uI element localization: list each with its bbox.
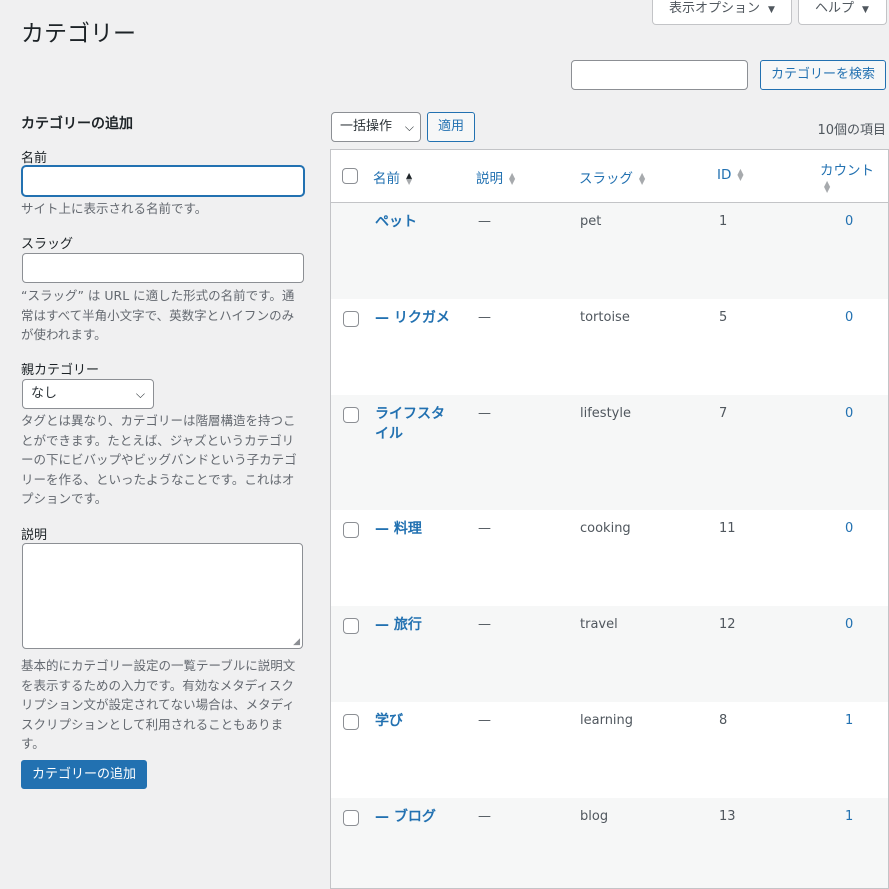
name-input[interactable] — [22, 166, 304, 196]
parent-help-text: タグとは異なり、カテゴリーは階層構造を持つことができます。たとえば、ジャズという… — [21, 413, 297, 506]
category-id: 13 — [719, 809, 736, 824]
category-slug: pet — [580, 214, 602, 229]
category-name-link[interactable]: — ブログ — [375, 807, 455, 827]
description-label: 説明 — [21, 528, 48, 543]
category-count-link[interactable]: 1 — [845, 713, 853, 728]
category-slug: blog — [580, 809, 609, 824]
add-category-heading: カテゴリーの追加 — [21, 116, 133, 132]
column-id-label: ID — [717, 167, 732, 183]
help-label: ヘルプ — [815, 1, 855, 16]
triangle-down-icon: ▼ — [768, 5, 775, 15]
row-checkbox[interactable] — [343, 311, 359, 327]
add-category-button[interactable]: カテゴリーの追加 — [21, 760, 147, 789]
screen-options-label: 表示オプション — [669, 1, 761, 16]
search-categories-button[interactable]: カテゴリーを検索 — [760, 60, 886, 90]
slug-label: スラッグ — [21, 237, 74, 252]
category-id: 12 — [719, 617, 736, 632]
category-description: — — [478, 310, 491, 325]
column-name-label: 名前 — [373, 171, 400, 187]
category-name-link[interactable]: — リクガメ — [375, 308, 455, 328]
sort-icon: ▲ ▼ — [509, 171, 516, 186]
category-slug: tortoise — [580, 310, 630, 325]
table-row: — 旅行 — travel 12 0 — [331, 606, 888, 702]
column-header-name[interactable]: 名前 ▲ ▼ — [373, 167, 412, 187]
sort-icon: ▲ ▼ — [406, 171, 413, 186]
chevron-down-icon: ⌵ — [404, 120, 414, 134]
resize-handle-icon[interactable]: ◢ — [293, 637, 300, 647]
bulk-actions-select[interactable]: 一括操作 ⌵ — [331, 112, 421, 142]
category-id: 5 — [719, 310, 728, 325]
category-name-link[interactable]: ライフスタイル — [375, 404, 455, 444]
sort-icon: ▲ ▼ — [737, 167, 744, 182]
category-description: — — [478, 214, 491, 229]
sort-icon: ▲ ▼ — [639, 171, 646, 186]
search-input[interactable] — [571, 60, 748, 90]
page-title: カテゴリー — [21, 21, 136, 47]
category-description: — — [478, 809, 491, 824]
column-header-id[interactable]: ID ▲ ▼ — [717, 167, 744, 183]
slug-input[interactable] — [22, 253, 304, 283]
table-row: ペット — pet 1 0 — [331, 203, 888, 299]
categories-table: 名前 ▲ ▼ 説明 ▲ ▼ スラッグ ▲ ▼ ID ▲ ▼ カウント ▲ ▼ ペット — pet 1 0—… — [330, 149, 889, 889]
parent-category-select[interactable]: なし ⌵ — [22, 379, 154, 409]
bulk-actions-value: 一括操作 — [340, 119, 393, 134]
category-id: 1 — [719, 214, 728, 229]
description-help-text: 基本的にカテゴリー設定の一覧テーブルに説明文を表示するための入力です。有効なメタ… — [21, 658, 296, 751]
table-row: — リクガメ — tortoise 5 0 — [331, 299, 888, 395]
category-description: — — [478, 521, 491, 536]
column-header-description[interactable]: 説明 ▲ ▼ — [476, 167, 515, 187]
category-description: — — [478, 713, 491, 728]
category-name-link[interactable]: ペット — [375, 212, 455, 232]
category-name-link[interactable]: — 旅行 — [375, 615, 455, 635]
category-id: 7 — [719, 406, 728, 421]
screen-options-button[interactable]: 表示オプション ▼ — [652, 0, 792, 25]
table-row: — 料理 — cooking 11 0 — [331, 510, 888, 606]
category-id: 11 — [719, 521, 736, 536]
category-name-link[interactable]: 学び — [375, 711, 455, 731]
help-button[interactable]: ヘルプ ▼ — [798, 0, 887, 25]
name-label: 名前 — [21, 151, 48, 166]
row-checkbox[interactable] — [343, 714, 359, 730]
row-checkbox[interactable] — [343, 618, 359, 634]
category-count-link[interactable]: 0 — [845, 617, 853, 632]
category-name-link[interactable]: — 料理 — [375, 519, 455, 539]
row-checkbox[interactable] — [343, 407, 359, 423]
sort-icon: ▲ ▼ — [824, 179, 831, 194]
column-slug-label: スラッグ — [579, 171, 633, 187]
category-description: — — [478, 617, 491, 632]
row-checkbox[interactable] — [343, 522, 359, 538]
category-slug: cooking — [580, 521, 631, 536]
column-header-slug[interactable]: スラッグ ▲ ▼ — [579, 167, 645, 187]
description-textarea[interactable]: ◢ — [22, 543, 303, 649]
parent-category-value: なし — [31, 386, 58, 401]
column-description-label: 説明 — [476, 171, 503, 187]
slug-help-text: “スラッグ” は URL に適した形式の名前です。通常はすべて半角小文字で、英数… — [21, 288, 295, 342]
category-count-link[interactable]: 0 — [845, 214, 853, 229]
category-count-link[interactable]: 1 — [845, 809, 853, 824]
triangle-down-icon: ▼ — [862, 5, 869, 15]
row-checkbox[interactable] — [343, 810, 359, 826]
category-slug: lifestyle — [580, 406, 631, 421]
table-row: 学び — learning 8 1 — [331, 702, 888, 798]
category-slug: travel — [580, 617, 618, 632]
table-header: 名前 ▲ ▼ 説明 ▲ ▼ スラッグ ▲ ▼ ID ▲ ▼ カウント ▲ ▼ — [331, 150, 888, 203]
category-count-link[interactable]: 0 — [845, 521, 853, 536]
table-row: — ブログ — blog 13 1 — [331, 798, 888, 888]
category-slug: learning — [580, 713, 634, 728]
parent-category-label: 親カテゴリー — [21, 363, 100, 378]
column-count-label: カウント — [820, 163, 874, 179]
column-header-count[interactable]: カウント ▲ ▼ — [820, 159, 874, 194]
chevron-down-icon: ⌵ — [135, 387, 145, 401]
category-count-link[interactable]: 0 — [845, 406, 853, 421]
name-help-text: サイト上に表示される名前です。 — [21, 201, 208, 216]
apply-button[interactable]: 適用 — [427, 112, 475, 142]
category-count-link[interactable]: 0 — [845, 310, 853, 325]
items-count: 10個の項目 — [817, 123, 886, 138]
category-id: 8 — [719, 713, 728, 728]
select-all-checkbox[interactable] — [342, 168, 358, 184]
table-row: ライフスタイル — lifestyle 7 0 — [331, 395, 888, 510]
category-description: — — [478, 406, 491, 421]
